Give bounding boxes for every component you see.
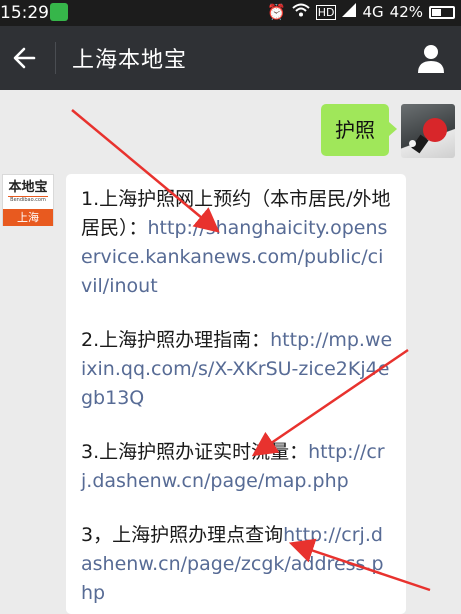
signal-icon: [342, 3, 357, 21]
wechat-notification-icon: [50, 3, 68, 21]
bendibao-logo: 本地宝 Bendibao.com: [8, 180, 48, 203]
list-item: 3.上海护照办证实时流量：http://crj.dashenw.cn/page/…: [81, 438, 394, 496]
profile-button[interactable]: [415, 42, 447, 74]
nav-bar: 上海本地宝: [0, 26, 461, 90]
my-avatar[interactable]: [401, 104, 455, 158]
bot-message-bubble[interactable]: 1.上海护照网上预约（本市居民/外地居民）：http://shanghaicit…: [66, 174, 406, 614]
ball-icon: [409, 140, 416, 147]
list-item: 1.上海护照网上预约（本市居民/外地居民）：http://shanghaicit…: [81, 185, 394, 301]
nav-divider: [55, 42, 56, 74]
battery-icon: [429, 5, 455, 19]
page-title: 上海本地宝: [72, 48, 188, 73]
status-icons: ⏰ HD 4G 42%: [267, 3, 455, 21]
alarm-icon: ⏰: [267, 3, 286, 21]
item-text: 3.上海护照办证实时流量：: [81, 441, 309, 463]
list-item: 3，上海护照办理点查询http://crj.dashenw.cn/page/zc…: [81, 521, 394, 608]
hd-icon: HD: [315, 4, 337, 20]
item-text: 3，上海护照办理点查询: [81, 524, 284, 546]
logo-city: 上海: [3, 209, 53, 226]
person-icon: [418, 45, 444, 73]
chat-area[interactable]: 护照 本地宝 Bendibao.com 上海 1.上海护照网上预约（本市居民/外…: [0, 90, 461, 614]
network-type: 4G: [362, 3, 384, 21]
wifi-icon: [292, 3, 310, 21]
my-message-bubble[interactable]: 护照: [321, 104, 397, 156]
battery-percent: 42%: [389, 3, 423, 21]
bot-avatar[interactable]: 本地宝 Bendibao.com 上海: [2, 174, 54, 226]
list-item: 2.上海护照办理指南：http://mp.weixin.qq.com/s/X-X…: [81, 326, 394, 413]
status-time: 15:29: [0, 3, 49, 23]
back-button[interactable]: [8, 40, 44, 76]
arrow-left-icon: [13, 47, 36, 69]
status-bar: 15:29 ⏰ HD 4G 42%: [0, 0, 461, 26]
item-text: 2.上海护照办理指南：: [81, 329, 271, 351]
